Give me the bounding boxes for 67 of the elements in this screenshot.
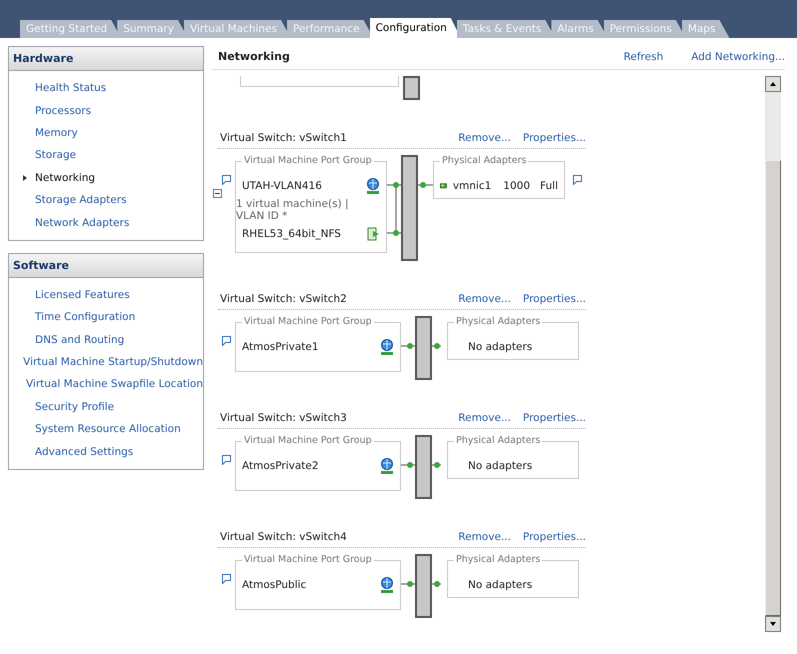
sidebar-item[interactable]: Storage [35, 149, 76, 162]
panel-legend: Physical Adapters [454, 554, 542, 565]
switch-action-link[interactable]: Remove... [458, 412, 511, 424]
adapter-name[interactable]: vmnic1 [452, 180, 492, 192]
port-group-name: AtmosPrivate2 [242, 460, 320, 472]
sidebar-item[interactable]: Security Profile [35, 400, 114, 413]
switch-title: Virtual Switch: vSwitch2 [220, 293, 348, 305]
no-adapters-text: No adapters [468, 341, 532, 353]
comment-icon[interactable] [222, 574, 231, 584]
switch-action-link[interactable]: Remove... [458, 531, 511, 543]
network-globe-icon [380, 577, 394, 593]
panel-legend: Virtual Machine Port Group [242, 554, 374, 565]
no-adapters-text: No adapters [468, 460, 532, 472]
panel-legend: Physical Adapters [454, 435, 542, 446]
port-group-name: UTAH-VLAN416 [242, 180, 323, 192]
header-action-link[interactable]: Refresh [624, 50, 664, 62]
sidebar-item[interactable]: Memory [35, 126, 78, 139]
switch-title: Virtual Switch: vSwitch1 [220, 132, 348, 144]
sidebar-item[interactable]: Licensed Features [35, 288, 130, 301]
network-globe-icon [380, 458, 394, 474]
network-globe-icon [380, 339, 394, 355]
sidebar-item[interactable]: Advanced Settings [35, 446, 134, 458]
port-group-name: AtmosPublic [242, 579, 308, 591]
panel-legend: Virtual Machine Port Group [242, 435, 374, 446]
comment-icon[interactable] [222, 455, 231, 465]
sidebar-item[interactable]: Health Status [35, 82, 106, 94]
section-header: Hardware [9, 47, 203, 71]
sidebar-item[interactable]: Processors [35, 104, 92, 117]
comment-icon[interactable] [222, 175, 231, 185]
switch-action-link[interactable]: Properties... [522, 412, 586, 424]
switch-action-link[interactable]: Properties... [522, 531, 586, 543]
sidebar-item[interactable]: DNS and Routing [35, 334, 124, 346]
sidebar-item[interactable]: Networking [35, 172, 96, 184]
scroll-down-button[interactable] [765, 616, 781, 632]
network-card-icon [440, 180, 447, 192]
switch-action-link[interactable]: Properties... [522, 132, 586, 144]
sidebar-item[interactable]: System Resource Allocation [35, 423, 181, 436]
section-title: Networking [218, 50, 291, 63]
virtual-machine-name[interactable]: RHEL53_64bit_NFS [242, 228, 361, 240]
no-adapters-text: No adapters [468, 579, 532, 591]
scroll-up-button[interactable] [765, 76, 781, 92]
scroll-thumb[interactable] [765, 160, 781, 616]
switch-action-link[interactable]: Properties... [522, 293, 586, 305]
panel-legend: Virtual Machine Port Group [242, 155, 374, 166]
comment-icon[interactable] [573, 175, 582, 185]
adapter-duplex: Full [540, 180, 558, 192]
network-globe-icon [366, 178, 380, 194]
sidebar-item[interactable]: Network Adapters [35, 216, 130, 229]
minus-box-icon[interactable] [212, 189, 222, 198]
panel-legend: Virtual Machine Port Group [242, 316, 374, 327]
comment-icon[interactable] [222, 336, 231, 346]
switch-action-link[interactable]: Remove... [458, 293, 511, 305]
panel-legend: Physical Adapters [440, 155, 528, 166]
virtual-machine-icon [367, 227, 380, 241]
port-group-name: AtmosPrivate1 [242, 341, 320, 353]
switch-title: Virtual Switch: vSwitch4 [220, 531, 348, 543]
port-group-detail: 1 virtual machine(s) | VLAN ID * [236, 198, 350, 222]
sidebar-item[interactable]: Virtual Machine Swapfile Location [26, 378, 203, 390]
panel-legend: Physical Adapters [454, 316, 542, 327]
adapter-speed: 1000 [503, 180, 530, 192]
sidebar-item[interactable]: Virtual Machine Startup/Shutdown [23, 356, 203, 368]
switch-action-link[interactable]: Remove... [458, 132, 511, 144]
section-header: Software [9, 254, 203, 278]
header-action-link[interactable]: Add Networking... [691, 50, 785, 62]
sidebar-item[interactable]: Time Configuration [35, 311, 136, 324]
sidebar-item[interactable]: Storage Adapters [35, 194, 127, 206]
switch-title: Virtual Switch: vSwitch3 [220, 412, 348, 424]
